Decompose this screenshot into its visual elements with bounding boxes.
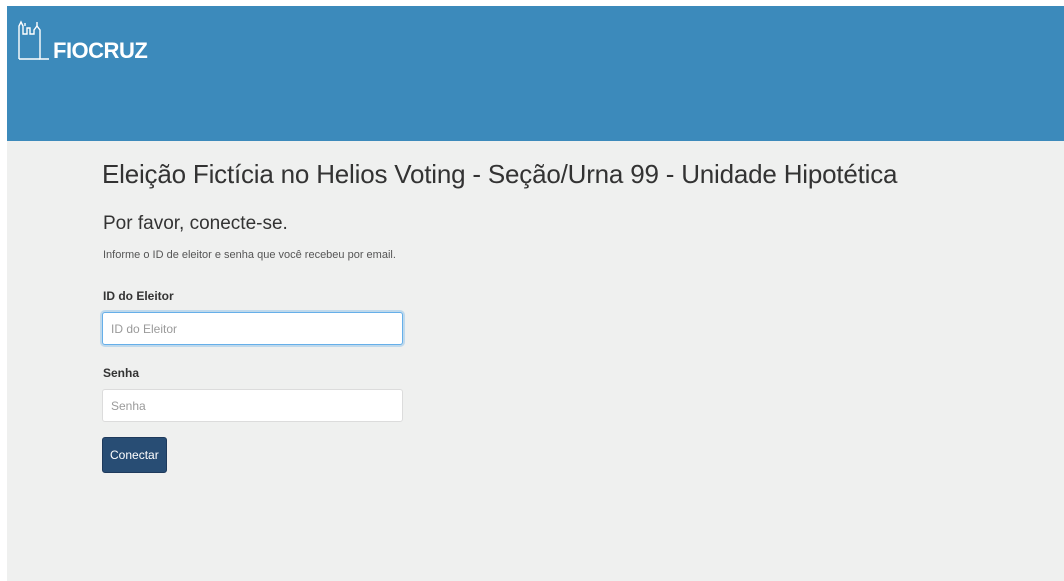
page-title: Eleição Fictícia no Helios Voting - Seçã… <box>102 159 898 189</box>
site-header: FIOCRUZ <box>7 6 1064 141</box>
password-input[interactable] <box>102 389 403 422</box>
page-frame: FIOCRUZ Eleição Fictícia no Helios Votin… <box>7 6 1064 581</box>
voter-id-input[interactable] <box>102 312 403 345</box>
login-help-text: Informe o ID de eleitor e senha que você… <box>103 249 396 261</box>
login-subtitle: Por favor, conecte-se. <box>103 213 288 234</box>
connect-button[interactable]: Conectar <box>102 437 167 473</box>
fiocruz-castle-logo-icon <box>18 20 49 60</box>
voter-id-label: ID do Eleitor <box>103 289 174 303</box>
password-label: Senha <box>103 366 140 380</box>
brand-logo[interactable]: FIOCRUZ <box>17 20 148 63</box>
brand-name: FIOCRUZ <box>53 38 148 63</box>
